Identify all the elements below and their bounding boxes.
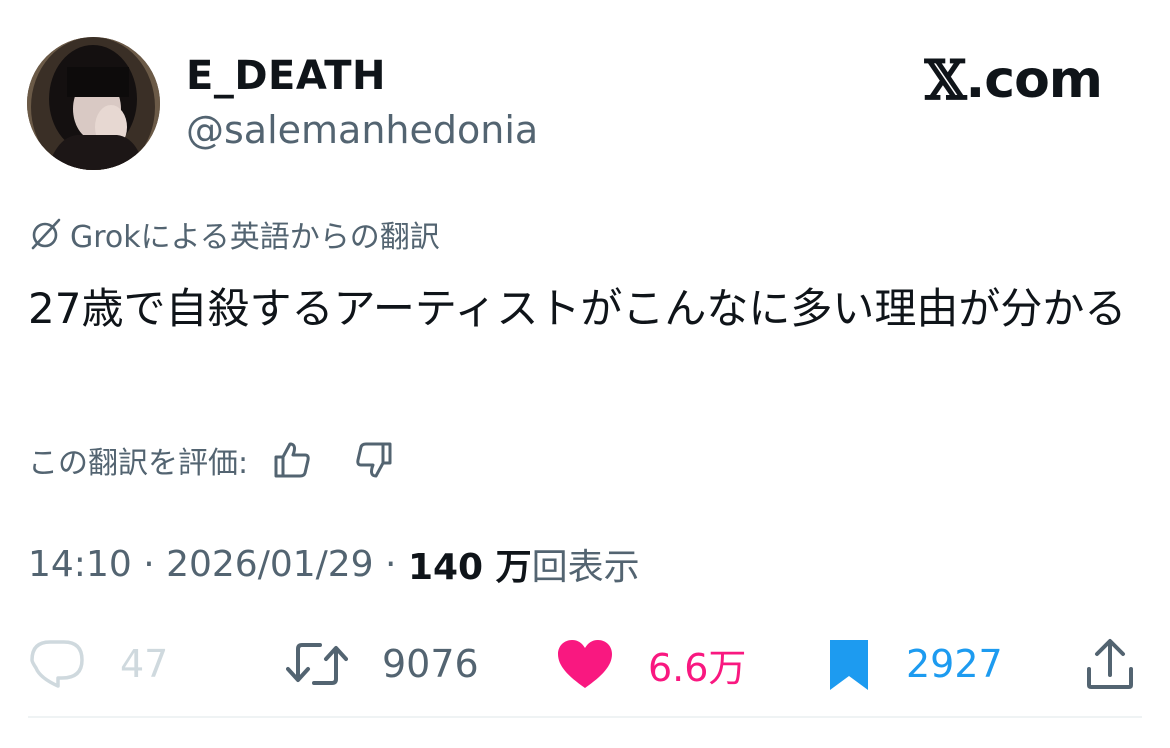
bookmark-count: 2927 <box>906 642 1003 686</box>
views-count: 140 万 <box>407 547 532 588</box>
reply-button[interactable]: 47 <box>28 632 168 696</box>
meta-separator: · <box>373 543 408 585</box>
translation-label: Grokによる英語からの翻訳 <box>70 220 440 255</box>
retweet-button[interactable]: 9076 <box>286 632 479 696</box>
thumbs-up-icon <box>274 442 310 478</box>
avatar[interactable] <box>27 37 160 170</box>
thumbs-down-icon <box>356 442 392 478</box>
views-label: 回表示 <box>531 547 640 588</box>
brand-domain-text: .com <box>965 50 1103 110</box>
avatar-image <box>27 37 160 170</box>
retweet-icon <box>286 643 348 685</box>
meta-separator: · <box>131 543 167 585</box>
share-button[interactable] <box>1084 632 1136 696</box>
retweet-count: 9076 <box>382 642 479 686</box>
x-com-logo: 𝕏 .com <box>924 48 1103 112</box>
translation-rating: この翻訳を評価: <box>28 436 396 484</box>
tweet-meta: 14:10 · 2026/01/29 · 140 万 回表示 <box>28 540 640 589</box>
user-handle[interactable]: @salemanhedonia <box>186 106 538 154</box>
x-logo-icon: 𝕏 <box>924 48 967 112</box>
slash-circle-icon <box>31 218 61 250</box>
thumbs-down-button[interactable] <box>352 438 396 482</box>
heart-icon <box>558 640 612 688</box>
reply-icon <box>30 640 84 688</box>
rating-label: この翻訳を評価: <box>28 446 249 481</box>
like-button[interactable]: 6.6万 <box>556 632 746 696</box>
tweet-text: 27歳で自殺するアーティストがこんなに多い理由が分かる <box>28 284 1127 333</box>
thumbs-up-button[interactable] <box>270 438 314 482</box>
bookmark-icon <box>830 640 868 690</box>
share-icon <box>1087 639 1133 689</box>
translation-attribution: Grokによる英語からの翻訳 <box>28 214 440 255</box>
reply-count: 47 <box>120 642 169 686</box>
action-bar: 47 9076 6.6万 2927 <box>0 632 1170 696</box>
like-count: 6.6万 <box>648 645 747 690</box>
tweet-date[interactable]: 2026/01/29 <box>166 544 374 585</box>
display-name[interactable]: E_DEATH <box>186 52 386 100</box>
bottom-divider <box>28 716 1142 718</box>
tweet-time[interactable]: 14:10 <box>28 544 132 585</box>
bookmark-button[interactable]: 2927 <box>826 632 1003 696</box>
